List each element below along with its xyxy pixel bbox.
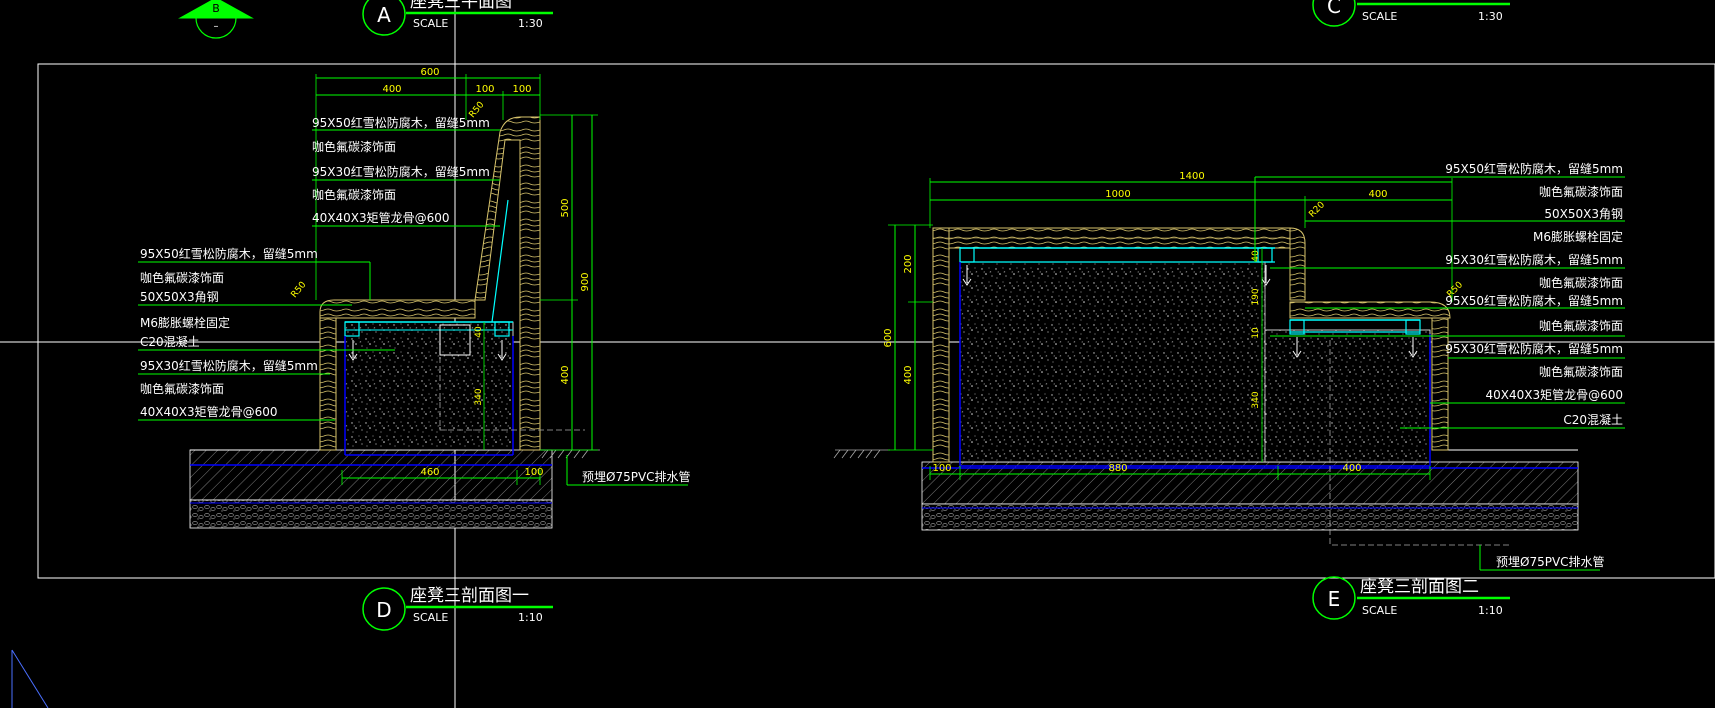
- note-e-5: 95X30红雪松防腐木，留缝5mm: [1445, 252, 1623, 267]
- note-e-8: 咖色氟碳漆饰面: [1539, 318, 1623, 333]
- dim-e-top-total: 1400: [1179, 171, 1204, 182]
- note-d-top-2: 咖色氟碳漆饰面: [312, 139, 396, 154]
- cad-drawing: B – A 座凳三平面图 SCALE 1:30 C SCALE 1:30 D 座…: [0, 0, 1715, 708]
- note-e-3: 50X50X3角钢: [1544, 207, 1623, 221]
- title-d-letter: D: [376, 598, 391, 622]
- title-c-scale-label: SCALE: [1362, 10, 1397, 23]
- note-d-top-4: 咖色氟碳漆饰面: [312, 187, 396, 202]
- title-d-scale-label: SCALE: [413, 611, 448, 624]
- dim-e-top-b: 400: [1368, 189, 1387, 200]
- title-a-scale: 1:30: [518, 17, 543, 30]
- notes-d-top: 95X50红雪松防腐木，留缝5mm 咖色氟碳漆饰面 95X30红雪松防腐木，留缝…: [312, 115, 500, 227]
- note-e-6: 咖色氟碳漆饰面: [1539, 275, 1623, 290]
- dim-e-inner-c: 10: [1251, 327, 1261, 339]
- section-e-drawing: 1400 1000 400 R20 R50 200 400 600 40 190…: [833, 171, 1605, 571]
- dim-e-left-lower: 400: [903, 365, 914, 384]
- note-d-mid-6: 95X30红雪松防腐木，留缝5mm: [140, 358, 318, 373]
- section-tag-b-letter: B: [212, 2, 220, 15]
- title-d-scale: 1:10: [518, 611, 543, 624]
- dim-d-inner-b: 340: [474, 388, 484, 405]
- dim-e-inner-d: 340: [1251, 391, 1261, 408]
- dim-d-bottom-b: 100: [524, 467, 543, 478]
- dim-d-top-b: 100: [475, 84, 494, 95]
- note-d-mid-3: 50X50X3角钢: [140, 290, 219, 304]
- note-e-4: M6膨胀螺栓固定: [1533, 229, 1623, 244]
- dim-d-top-c: 100: [512, 84, 531, 95]
- note-d-mid-4: M6膨胀螺栓固定: [140, 315, 230, 330]
- note-e-9: 95X30红雪松防腐木，留缝5mm: [1445, 341, 1623, 356]
- note-d-mid-5: C20混凝土: [140, 334, 200, 349]
- dim-e-r-top: R20: [1307, 200, 1327, 220]
- dim-d-top-a: 400: [382, 84, 401, 95]
- dim-d-right-lower: 400: [560, 365, 571, 384]
- note-d-mid-1: 95X50红雪松防腐木，留缝5mm: [140, 246, 318, 261]
- title-e-name: 座凳三剖面图二: [1360, 577, 1479, 597]
- title-block-d: D 座凳三剖面图一 SCALE 1:10: [362, 586, 553, 631]
- section-tag-b: B –: [178, 0, 254, 39]
- dim-d-top-total: 600: [420, 67, 439, 78]
- dim-d-r-seat: R50: [289, 280, 308, 300]
- note-e-11: 40X40X3矩管龙骨@600: [1485, 387, 1623, 402]
- title-e-letter: E: [1328, 587, 1341, 611]
- note-e-12: C20混凝土: [1563, 412, 1623, 427]
- dim-e-inner-b: 190: [1251, 288, 1261, 305]
- title-block-a: A 座凳三平面图 SCALE 1:30: [362, 0, 553, 36]
- note-d-mid-7: 咖色氟碳漆饰面: [140, 381, 224, 396]
- note-e-7: 95X50红雪松防腐木，留缝5mm: [1445, 293, 1623, 308]
- title-e-scale: 1:10: [1478, 604, 1503, 617]
- title-block-c: C SCALE 1:30: [1312, 0, 1510, 27]
- note-e-2: 咖色氟碳漆饰面: [1539, 184, 1623, 199]
- note-e-10: 咖色氟碳漆饰面: [1539, 364, 1623, 379]
- title-c-letter: C: [1327, 0, 1341, 18]
- dim-e-bottom-c: 400: [1342, 463, 1361, 474]
- ucs-icon: [11, 649, 49, 708]
- dim-e-top-a: 1000: [1105, 189, 1130, 200]
- note-d-drain: 预埋Ø75PVC排水管: [582, 469, 691, 484]
- title-d-name: 座凳三剖面图一: [410, 586, 529, 606]
- dim-d-right-upper: 500: [560, 198, 571, 217]
- note-d-mid-8: 40X40X3矩管龙骨@600: [140, 404, 278, 419]
- title-block-e: E 座凳三剖面图二 SCALE 1:10: [1312, 576, 1510, 620]
- dim-d-bottom-a: 460: [420, 467, 439, 478]
- dim-e-bottom-b: 880: [1108, 463, 1127, 474]
- section-tag-b-sub: –: [214, 21, 219, 32]
- section-d-drawing: 600 400 100 100 R50 R50 500 400 900 40 3…: [189, 67, 691, 529]
- title-a-name: 座凳三平面图: [410, 0, 512, 12]
- dim-d-right-total: 900: [580, 272, 591, 291]
- dim-e-left-total: 600: [883, 328, 894, 347]
- note-d-top-1: 95X50红雪松防腐木，留缝5mm: [312, 115, 490, 130]
- title-c-scale: 1:30: [1478, 10, 1503, 23]
- title-e-scale-label: SCALE: [1362, 604, 1397, 617]
- dim-d-inner-a: 40: [474, 326, 484, 338]
- dim-e-left-upper: 200: [903, 254, 914, 273]
- note-d-top-3: 95X30红雪松防腐木，留缝5mm: [312, 164, 490, 179]
- dim-e-inner-a: 40: [1251, 250, 1261, 262]
- title-a-letter: A: [377, 3, 391, 27]
- note-e-1: 95X50红雪松防腐木，留缝5mm: [1445, 161, 1623, 176]
- title-a-scale-label: SCALE: [413, 17, 448, 30]
- note-e-drain: 预埋Ø75PVC排水管: [1496, 554, 1605, 569]
- dim-e-bottom-a: 100: [932, 463, 951, 474]
- note-d-mid-2: 咖色氟碳漆饰面: [140, 270, 224, 285]
- note-d-top-5: 40X40X3矩管龙骨@600: [312, 210, 450, 225]
